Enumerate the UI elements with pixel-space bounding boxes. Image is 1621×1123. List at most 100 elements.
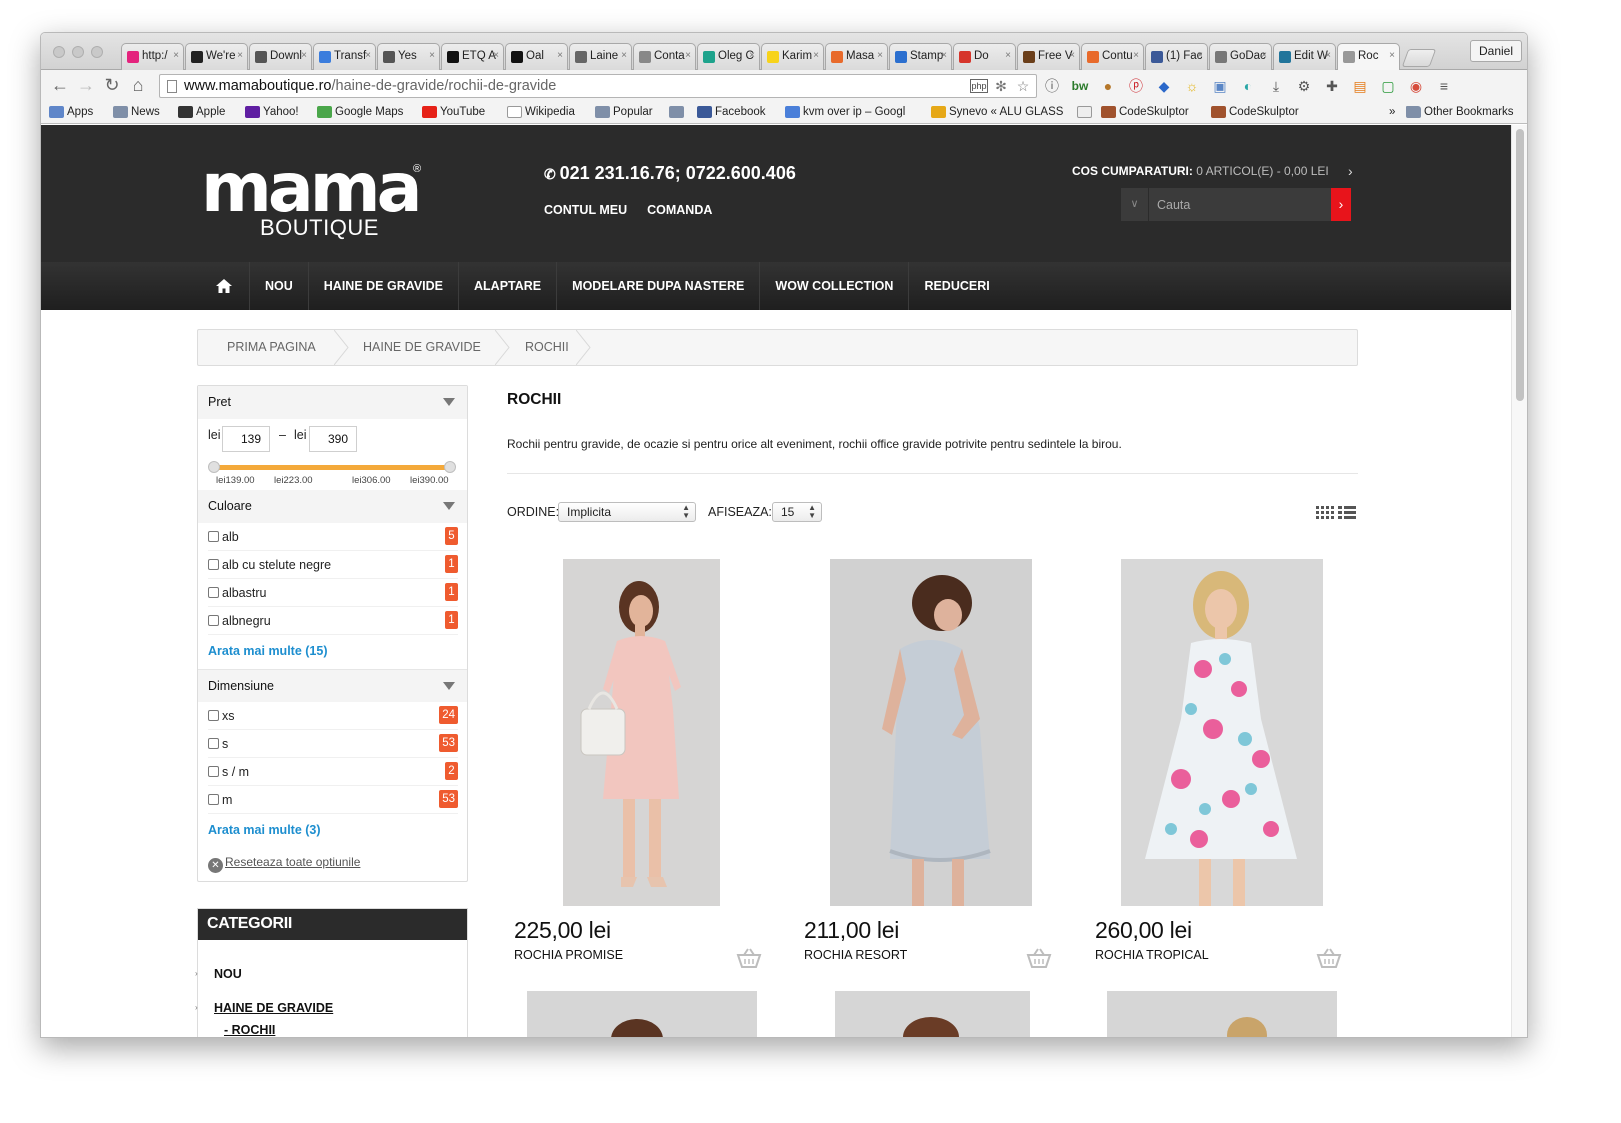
bookmark-item[interactable]: Wikipedia: [507, 106, 575, 118]
close-tab-icon[interactable]: ×: [557, 50, 563, 61]
nav-item-haine-de-gravide[interactable]: HAINE DE GRAVIDE: [307, 262, 458, 310]
close-tab-icon[interactable]: ×: [1325, 50, 1331, 61]
size-option-s-m[interactable]: s / m 2: [208, 758, 458, 786]
browser-tab[interactable]: ETQ A ×: [441, 43, 504, 70]
bw-extension-icon[interactable]: bw: [1069, 75, 1091, 97]
product-name[interactable]: ROCHIA TROPICAL: [1095, 948, 1209, 962]
close-tab-icon[interactable]: ×: [237, 50, 243, 61]
pinterest-icon[interactable]: ⓟ: [1125, 75, 1147, 97]
bookmark-item[interactable]: Google Maps: [317, 106, 403, 118]
product-image-promise[interactable]: [563, 559, 720, 906]
address-bar[interactable]: www.mamaboutique.ro/haine-de-gravide/roc…: [159, 74, 1037, 98]
shopping-cart[interactable]: COS CUMPARATURI: 0 ARTICOL(E) - 0,00 LEI…: [1072, 163, 1353, 179]
browser-tab[interactable]: Downl ×: [249, 43, 312, 70]
collapse-triangle-icon[interactable]: [443, 398, 455, 406]
info-icon[interactable]: ⓘ: [1041, 75, 1063, 97]
price-slider-min-handle[interactable]: [208, 461, 220, 473]
search-submit-button[interactable]: ›: [1331, 188, 1351, 221]
puzzle-icon[interactable]: ✚: [1321, 75, 1343, 97]
green-extension-icon[interactable]: ▢: [1377, 75, 1399, 97]
checkbox[interactable]: [208, 531, 219, 542]
bookmark-item[interactable]: Apple: [178, 106, 225, 118]
product-image-resort[interactable]: [830, 559, 1032, 906]
bookmark-item[interactable]: CodeSkulptor: [1101, 106, 1189, 118]
nav-item-wow-collection[interactable]: WOW COLLECTION: [759, 262, 908, 310]
close-tab-icon[interactable]: ×: [877, 50, 883, 61]
download-icon[interactable]: ⤓: [1265, 75, 1287, 97]
category-haine-de-gravide[interactable]: HAINE DE GRAVIDE: [214, 1001, 333, 1015]
browser-tab[interactable]: (1) Fac ×: [1145, 43, 1208, 70]
checkbox[interactable]: [208, 766, 219, 777]
chevron-right-icon[interactable]: ›: [1348, 163, 1353, 179]
browser-tab[interactable]: Free V ×: [1017, 43, 1080, 70]
breadcrumb-home[interactable]: PRIMA PAGINA: [227, 330, 316, 365]
browser-tab[interactable]: http:/ ×: [121, 43, 184, 70]
close-tab-icon[interactable]: ×: [1005, 50, 1011, 61]
gear-icon[interactable]: ✻: [992, 77, 1010, 95]
bookmark-item[interactable]: News: [113, 106, 160, 118]
color-filter-header[interactable]: Culoare: [198, 490, 467, 523]
nav-item-modelare-dupa-nastere[interactable]: MODELARE DUPA NASTERE: [556, 262, 759, 310]
close-tab-icon[interactable]: ×: [1197, 50, 1203, 61]
close-tab-icon[interactable]: ×: [685, 50, 691, 61]
home-icon[interactable]: ⌂: [127, 75, 149, 96]
add-to-basket-icon[interactable]: [1316, 947, 1342, 969]
browser-tab[interactable]: Roc ×: [1337, 43, 1400, 70]
nav-item-nou[interactable]: NOU: [249, 262, 308, 310]
browser-tab[interactable]: Oleg C ×: [697, 43, 760, 70]
price-min-input[interactable]: 139: [222, 426, 270, 452]
settings-icon[interactable]: ⚙: [1293, 75, 1315, 97]
order-link[interactable]: COMANDA: [647, 203, 712, 217]
checkbox[interactable]: [208, 615, 219, 626]
browser-tab[interactable]: Yes ×: [377, 43, 440, 70]
window-icon[interactable]: ▣: [1209, 75, 1231, 97]
bookmarks-overflow-chevron[interactable]: »: [1389, 106, 1395, 118]
dropbox-icon[interactable]: ◆: [1153, 75, 1175, 97]
bookmark-item[interactable]: Popular: [595, 106, 653, 118]
grid-view-icon[interactable]: [1316, 506, 1334, 519]
order-select[interactable]: Implicita ▲ ▼: [558, 502, 696, 522]
collapse-triangle-icon[interactable]: [443, 682, 455, 690]
close-tab-icon[interactable]: ×: [301, 50, 307, 61]
browser-tab[interactable]: Transf ×: [313, 43, 376, 70]
browser-tab[interactable]: Laine ×: [569, 43, 632, 70]
lightbulb-icon[interactable]: ☼: [1181, 75, 1203, 97]
size-option-m[interactable]: m 53: [208, 786, 458, 814]
category-nou[interactable]: NOU: [214, 967, 242, 981]
color-show-more-link[interactable]: Arata mai multe (15): [208, 644, 327, 658]
clipper-icon[interactable]: ◐: [1237, 75, 1259, 97]
cookie-icon[interactable]: ●: [1097, 75, 1119, 97]
list-view-icon[interactable]: [1338, 506, 1356, 519]
browser-tab[interactable]: Edit W ×: [1273, 43, 1336, 70]
checkbox[interactable]: [208, 738, 219, 749]
close-tab-icon[interactable]: ×: [813, 50, 819, 61]
product-image[interactable]: [527, 991, 757, 1037]
product-image[interactable]: [835, 991, 1030, 1037]
price-filter-header[interactable]: Pret: [198, 386, 467, 419]
nav-item-reduceri[interactable]: REDUCERI: [908, 262, 1004, 310]
add-to-basket-icon[interactable]: [736, 947, 762, 969]
home-icon[interactable]: [199, 262, 249, 310]
bookmark-item[interactable]: CodeSkulptor: [1211, 106, 1299, 118]
add-to-basket-icon[interactable]: [1026, 947, 1052, 969]
nav-item-alaptare[interactable]: ALAPTARE: [458, 262, 556, 310]
new-badge-icon[interactable]: ▤: [1349, 75, 1371, 97]
browser-tab[interactable]: Oal ×: [505, 43, 568, 70]
browser-tab[interactable]: Karim ×: [761, 43, 824, 70]
product-image[interactable]: [1107, 991, 1337, 1037]
profile-button[interactable]: Daniel: [1470, 40, 1522, 62]
forward-arrow-icon[interactable]: →: [75, 75, 97, 96]
new-tab-button[interactable]: [1401, 49, 1437, 67]
back-arrow-icon[interactable]: ←: [49, 75, 71, 96]
product-image-tropical[interactable]: [1121, 559, 1323, 906]
close-tab-icon[interactable]: ×: [365, 50, 371, 61]
checkbox[interactable]: [208, 559, 219, 570]
browser-tab[interactable]: Masa ×: [825, 43, 888, 70]
bookmark-item[interactable]: Apps: [49, 106, 93, 118]
price-max-input[interactable]: 390: [309, 426, 357, 452]
browser-tab[interactable]: Conta ×: [633, 43, 696, 70]
color-option-albastru[interactable]: albastru 1: [208, 579, 458, 607]
browser-tab[interactable]: Contu ×: [1081, 43, 1144, 70]
close-tab-icon[interactable]: ×: [941, 50, 947, 61]
browser-tab[interactable]: We're ×: [185, 43, 248, 70]
